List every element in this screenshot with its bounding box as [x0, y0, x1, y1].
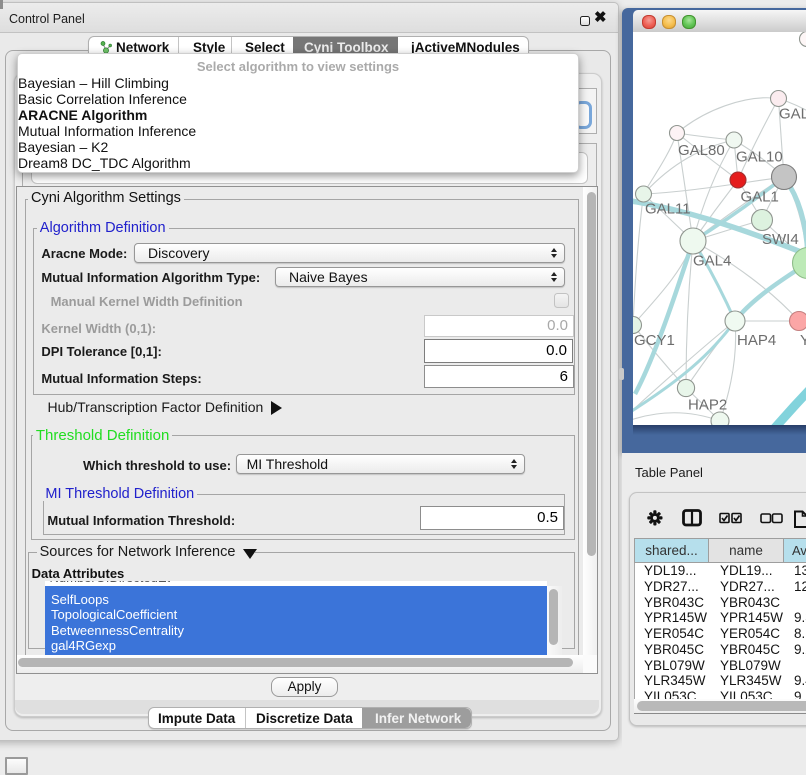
svg-text:GCY1: GCY1 [634, 332, 675, 349]
svg-text:HAP2: HAP2 [688, 397, 727, 414]
svg-text:GAL4: GAL4 [693, 253, 731, 270]
svg-text:GAL10: GAL10 [736, 149, 783, 166]
svg-text:SWI4: SWI4 [762, 231, 799, 248]
svg-text:GAL11: GAL11 [645, 201, 691, 218]
svg-text:HAP4: HAP4 [737, 332, 776, 349]
svg-text:GAL80: GAL80 [678, 142, 725, 159]
svg-text:YBR0: YBR0 [800, 332, 806, 349]
svg-text:GAL1: GAL1 [741, 189, 779, 206]
svg-text:GAL2: GAL2 [779, 106, 806, 123]
